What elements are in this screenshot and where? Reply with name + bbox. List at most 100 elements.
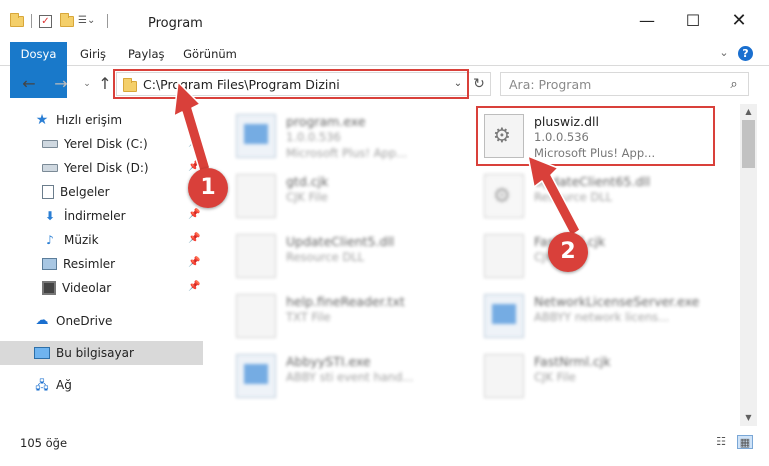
sidebar-item-label: Bu bilgisayar	[56, 346, 134, 360]
sidebar-item-label: Belgeler	[60, 185, 110, 199]
address-highlight-box	[113, 69, 469, 99]
documents-icon	[42, 185, 54, 199]
pin-icon[interactable]: 📌	[188, 233, 200, 244]
back-button[interactable]: ←	[20, 74, 38, 94]
file-type: TXT File	[286, 310, 331, 324]
file-name: AbbyySTI.exe	[286, 354, 371, 369]
drive-icon	[42, 164, 58, 172]
exe-file-icon	[484, 294, 524, 338]
ribbon-tabs: Dosya Giriş Paylaş Görünüm ⌄ ?	[0, 42, 769, 98]
file-list: program.exe 1.0.0.536 Microsoft Plus! Ap…	[220, 104, 740, 426]
maximize-button[interactable]: ☐	[670, 6, 716, 36]
sidebar-item-label: İndirmeler	[64, 209, 126, 223]
folder-icon	[10, 12, 24, 27]
sidebar-item-music[interactable]: ♪ Müzik 📌	[0, 228, 203, 252]
file-item[interactable]: UpdateClient5.dll Resource DLL	[230, 228, 470, 284]
pin-icon[interactable]: 📌	[188, 257, 200, 268]
pin-icon[interactable]: 📌	[188, 137, 200, 148]
sidebar-item-label: Ağ	[56, 378, 72, 392]
title-bar: ✓ ☰⌄ Program — ☐ ✕	[0, 0, 769, 42]
drive-icon	[42, 140, 58, 148]
scroll-up-icon[interactable]: ▲	[740, 104, 757, 120]
search-input[interactable]	[509, 76, 719, 93]
file-item[interactable]: FastKrnl.cjk CJK File	[478, 228, 718, 284]
new-folder-icon[interactable]	[60, 12, 74, 27]
file-type: Resource DLL	[286, 250, 365, 264]
forward-button[interactable]: →	[52, 74, 70, 94]
search-icon[interactable]: ⌕	[725, 76, 743, 94]
network-icon: 🖧	[35, 378, 49, 392]
file-item[interactable]: UpdateClient65.dll Resource DLL	[478, 168, 718, 224]
file-name: gtd.cjk	[286, 174, 329, 189]
details-view-icon[interactable]: ☷	[713, 435, 729, 449]
file-item[interactable]: NetworkLicenseServer.exe ABBYY network l…	[478, 288, 718, 344]
step-badge-1: 1	[188, 168, 228, 208]
expand-ribbon-icon[interactable]: ⌄	[717, 46, 731, 60]
exe-file-icon	[236, 354, 276, 398]
exe-file-icon	[236, 114, 276, 158]
tab-home[interactable]: Giriş	[78, 42, 108, 66]
scroll-down-icon[interactable]: ▼	[740, 410, 757, 426]
file-icon	[236, 294, 276, 338]
close-button[interactable]: ✕	[716, 6, 762, 36]
help-icon[interactable]: ?	[738, 46, 753, 61]
scroll-thumb[interactable]	[742, 120, 755, 168]
sidebar-item-onedrive[interactable]: ☁ OneDrive	[0, 309, 203, 333]
sidebar-item-local-disk-d[interactable]: Yerel Disk (D:) 📌	[0, 156, 203, 180]
dll-file-icon	[484, 174, 524, 218]
pin-icon[interactable]: 📌	[188, 209, 200, 220]
file-name: UpdateClient65.dll	[534, 174, 651, 189]
tab-view[interactable]: Görünüm	[182, 42, 238, 66]
star-icon: ★	[35, 112, 49, 128]
highlight-box	[476, 106, 715, 166]
sidebar-item-pictures[interactable]: Resimler 📌	[0, 252, 203, 276]
step-badge-2: 2	[548, 232, 588, 272]
file-description: Microsoft Plus! App...	[286, 146, 408, 160]
cloud-icon: ☁	[35, 313, 49, 328]
customize-toolbar-icon[interactable]: ☰⌄	[78, 15, 100, 27]
file-name: help.fineReader.txt	[286, 294, 405, 309]
tiles-view-icon[interactable]: ▦	[737, 435, 753, 449]
pictures-icon	[42, 258, 57, 270]
file-item[interactable]: help.fineReader.txt TXT File	[230, 288, 470, 344]
sidebar-item-videos[interactable]: Videolar 📌	[0, 276, 203, 300]
file-icon	[236, 234, 276, 278]
search-box[interactable]: ⌕	[500, 72, 749, 96]
computer-icon	[34, 347, 50, 359]
up-button[interactable]: ↑	[96, 74, 114, 94]
sidebar-item-this-pc[interactable]: Bu bilgisayar	[0, 341, 203, 365]
sidebar-item-quick-access[interactable]: ★ Hızlı erişim	[0, 108, 203, 132]
file-name: FastNrml.cjk	[534, 354, 611, 369]
vertical-scrollbar[interactable]: ▲ ▼	[740, 104, 757, 426]
sidebar-item-label: Müzik	[64, 233, 99, 247]
file-type: Resource DLL	[534, 190, 613, 204]
music-icon: ♪	[46, 233, 54, 247]
properties-icon[interactable]: ✓	[39, 14, 52, 28]
sidebar-item-label: OneDrive	[56, 314, 113, 328]
divider	[31, 14, 32, 28]
file-item[interactable]: FastNrml.cjk CJK File	[478, 348, 718, 404]
sidebar-item-label: Videolar	[62, 281, 112, 295]
file-version: 1.0.0.536	[286, 130, 341, 144]
refresh-button[interactable]: ↻	[468, 72, 491, 96]
file-item[interactable]: gtd.cjk CJK File	[230, 168, 470, 224]
recent-locations-button[interactable]: ⌄	[78, 74, 96, 94]
sidebar-item-label: Hızlı erişim	[56, 113, 123, 127]
sidebar-item-label: Yerel Disk (D:)	[64, 161, 149, 175]
sidebar-item-documents[interactable]: Belgeler 📌	[0, 180, 203, 204]
tab-share[interactable]: Paylaş	[128, 42, 165, 66]
file-type: ABBY sti event hand...	[286, 370, 414, 384]
divider	[107, 14, 108, 28]
file-item[interactable]: AbbyySTI.exe ABBY sti event hand...	[230, 348, 470, 404]
sidebar-item-downloads[interactable]: ⬇ İndirmeler 📌	[0, 204, 203, 228]
window-title: Program	[148, 16, 203, 31]
minimize-button[interactable]: —	[624, 6, 670, 36]
sidebar-item-local-disk-c[interactable]: Yerel Disk (C:) 📌	[0, 132, 203, 156]
file-name: NetworkLicenseServer.exe	[534, 294, 700, 309]
item-count: 105 öğe	[20, 436, 68, 450]
videos-icon	[42, 281, 56, 295]
pin-icon[interactable]: 📌	[188, 281, 200, 292]
file-item[interactable]: program.exe 1.0.0.536 Microsoft Plus! Ap…	[230, 108, 470, 164]
status-bar: 105 öğe ☷ ▦	[0, 428, 769, 466]
sidebar-item-network[interactable]: 🖧 Ağ	[0, 373, 203, 397]
